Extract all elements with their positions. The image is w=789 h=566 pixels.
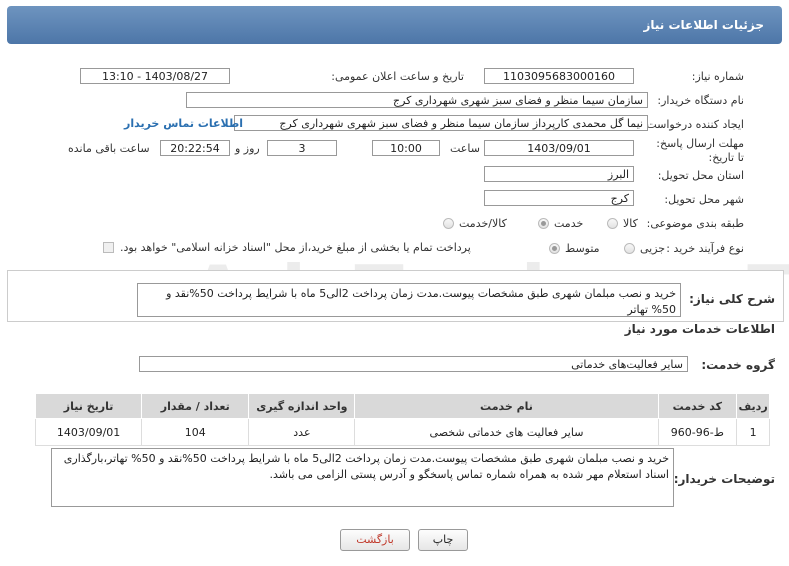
services-table-wrap: ردیف کد خدمت نام خدمت واحد اندازه گیری ت… [34,393,770,446]
creator-field: نیما گل محمدی کارپرداز سازمان سیما منظر … [234,115,648,131]
process-label: نوع فرآیند خرید : [666,242,744,255]
city-label: شهر محل تحویل: [664,193,744,206]
col-unit: واحد اندازه گیری [248,393,356,419]
category-service-radio[interactable] [538,218,549,229]
payment-checkbox[interactable] [103,242,114,253]
col-code: کد خدمت [657,393,738,419]
cell-code: ط-96-960 [657,418,738,446]
need-number-label: شماره نیاز: [691,70,744,83]
payment-note-text: پرداخت تمام یا بخشی از مبلغ خرید،از محل … [120,241,471,254]
category-option-goods[interactable]: کالا [607,217,638,230]
cell-name: سایر فعالیت های خدماتی شخصی [354,418,659,446]
announce-label: تاریخ و ساعت اعلان عمومی: [331,70,464,83]
remaining-time-field: 20:22:54 [160,140,230,156]
deadline-time-field: 10:00 [372,140,440,156]
header-bar: جزئیات اطلاعات نیاز [7,6,782,44]
category-option-both[interactable]: کالا/خدمت [443,217,507,230]
process-option-minor[interactable]: جزیی [624,242,665,255]
buyer-notes-label: توضیحات خریدار: [673,472,775,486]
page-header: جزئیات اطلاعات نیاز [7,6,782,44]
cell-quantity: 104 [141,418,250,446]
deadline-date-field: 1403/09/01 [484,140,634,156]
buyer-notes-textarea: خرید و نصب مبلمان شهری طبق مشخصات پیوست.… [51,448,674,507]
print-button[interactable]: چاپ [418,529,468,551]
col-row: ردیف [736,393,770,419]
services-section-title: اطلاعات خدمات مورد نیاز [624,322,775,336]
process-option-medium[interactable]: متوسط [549,242,600,255]
cell-date: 1403/09/01 [34,418,143,446]
days-label: روز و [235,142,260,155]
deadline-label: مهلت ارسال پاسخ: تا تاریخ: [656,137,744,164]
category-option-service[interactable]: خدمت [538,217,583,230]
category-option-service-label: خدمت [554,217,584,230]
category-option-goods-label: کالا [623,217,638,230]
col-quantity: تعداد / مقدار [141,393,250,419]
category-option-both-label: کالا/خدمت [459,217,507,230]
creator-label: ایجاد کننده درخواست: [642,118,744,131]
page-title: جزئیات اطلاعات نیاز [643,18,764,32]
category-goods-radio[interactable] [607,218,618,229]
summary-textarea: خرید و نصب مبلمان شهری طبق مشخصات پیوست.… [137,283,681,317]
col-date: تاریخ نیاز [34,393,143,419]
category-both-radio[interactable] [443,218,454,229]
remaining-label: ساعت باقی مانده [68,142,150,155]
services-table: ردیف کد خدمت نام خدمت واحد اندازه گیری ت… [34,393,770,446]
cell-row: 1 [736,418,770,446]
province-field: البرز [484,166,634,182]
table-row: 1 ط-96-960 سایر فعالیت های خدماتی شخصی ع… [34,418,770,446]
process-option-minor-label: جزیی [640,242,666,255]
contact-link[interactable]: اطلاعات تماس خریدار [124,117,243,130]
summary-label: شرح کلی نیاز: [689,292,775,306]
deadline-time-label: ساعت [450,142,480,155]
buyer-org-label: نام دستگاه خریدار: [657,94,744,107]
service-group-field: سایر فعالیت‌های خدماتی [139,356,688,372]
announce-field: 1403/08/27 - 13:10 [80,68,230,84]
service-group-label: گروه خدمت: [701,358,775,372]
need-number-field: 1103095683000160 [484,68,634,84]
province-label: استان محل تحویل: [657,169,744,182]
category-label: طبقه بندی موضوعی: [646,217,744,230]
process-medium-radio[interactable] [549,243,560,254]
days-field: 3 [267,140,337,156]
process-option-medium-label: متوسط [565,242,600,255]
back-button[interactable]: بازگشت [340,529,410,551]
buyer-org-field: سازمان سیما منظر و فضای سبز شهری شهرداری… [186,92,648,108]
process-minor-radio[interactable] [624,243,635,254]
city-field: کرج [484,190,634,206]
cell-unit: عدد [248,418,356,446]
payment-note: پرداخت تمام یا بخشی از مبلغ خرید،از محل … [103,241,471,254]
table-header-row: ردیف کد خدمت نام خدمت واحد اندازه گیری ت… [34,393,770,419]
col-name: نام خدمت [354,393,659,419]
